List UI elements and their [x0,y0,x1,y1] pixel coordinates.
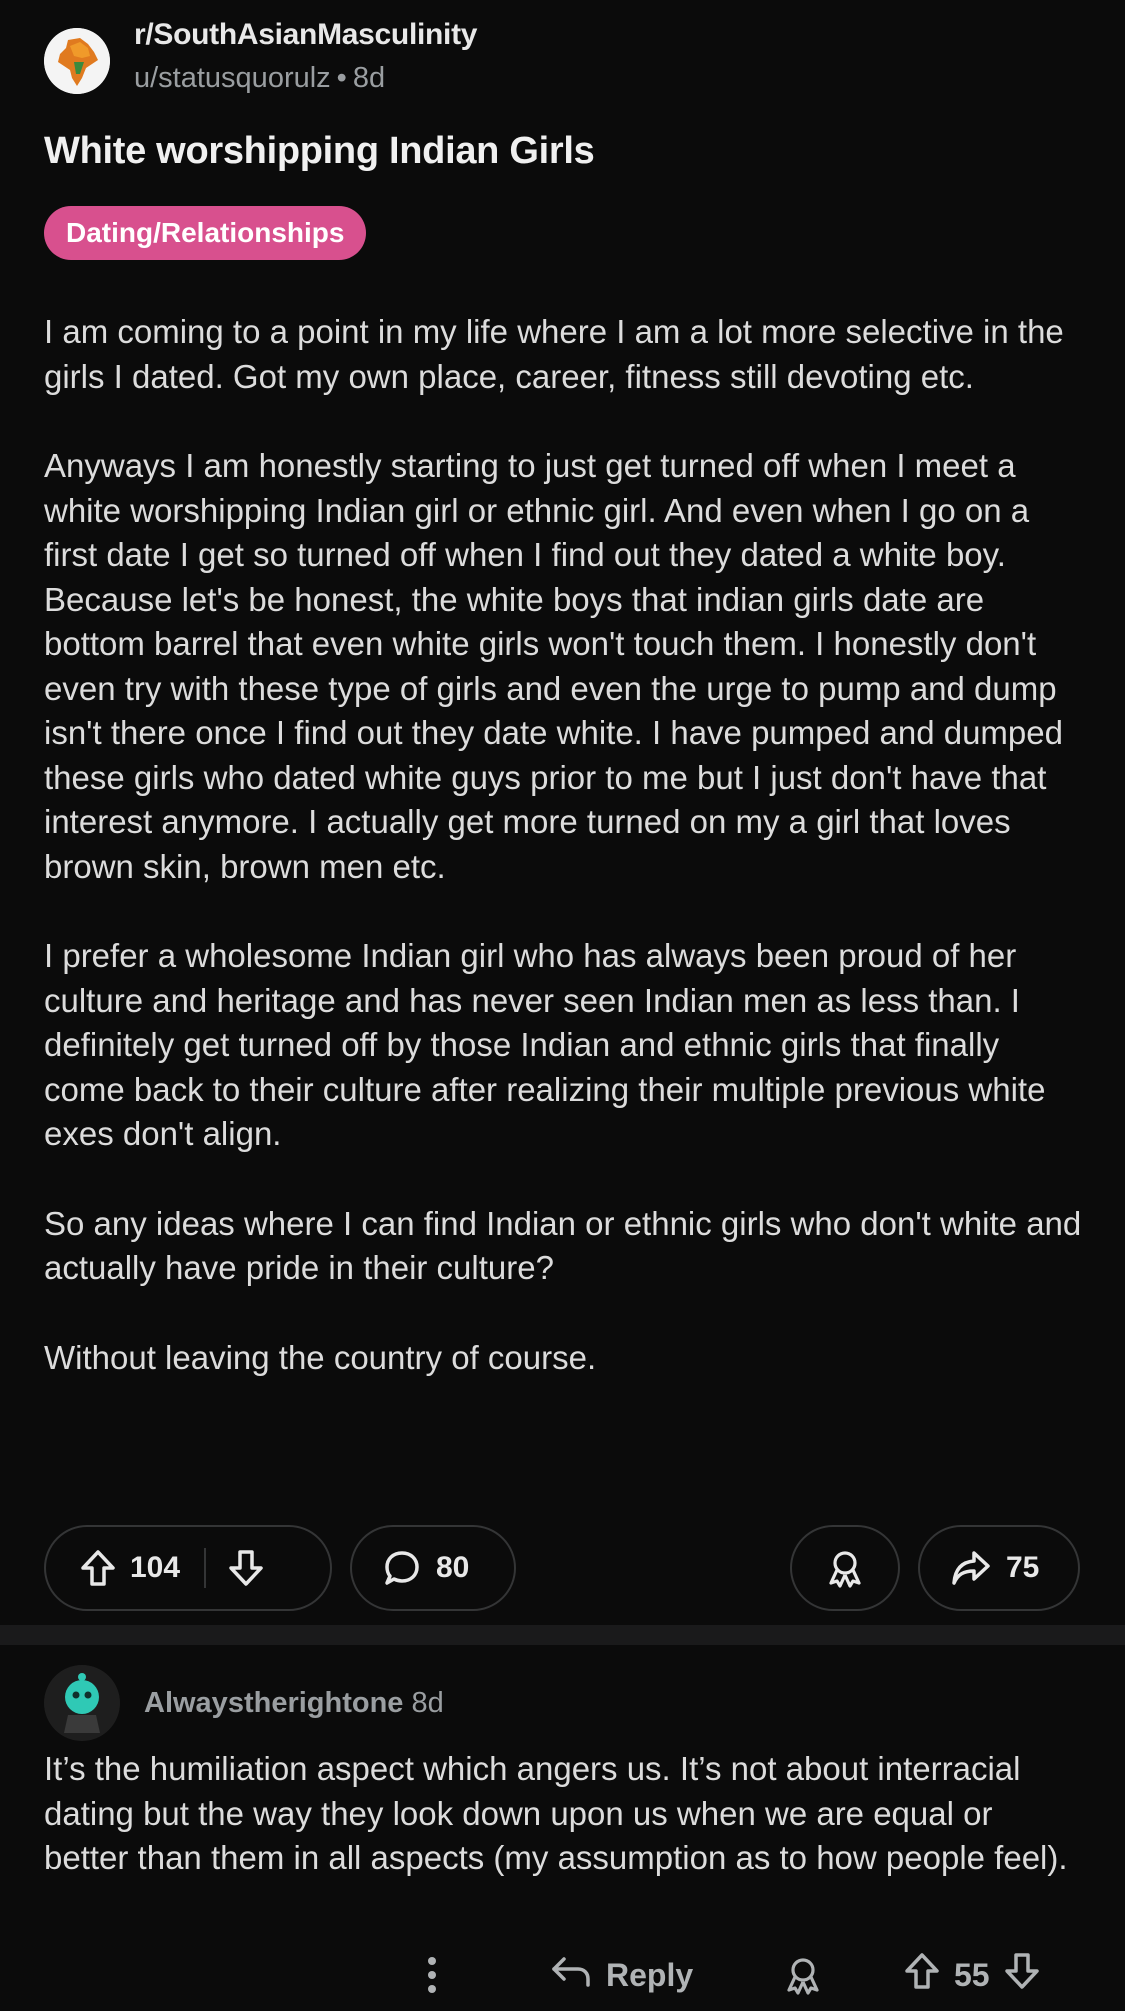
reply-arrow-icon [550,1953,592,1997]
share-arrow-icon [950,1548,992,1588]
comment-vote: 55 [904,1945,1040,2005]
subreddit-name[interactable]: r/SouthAsianMasculinity [134,18,477,52]
post-title[interactable]: White worshipping Indian Girls [44,130,595,173]
comment-count: 80 [436,1551,470,1584]
comment-age: 8d [411,1687,444,1719]
award-icon [824,1547,866,1589]
vote-bar: 104 [44,1525,332,1611]
post-paragraph: So any ideas where I can find Indian or … [44,1204,1082,1287]
post-card: r/SouthAsianMasculinity u/statusquorulz •… [0,0,1125,1625]
arrow-down-icon[interactable] [228,1548,264,1588]
speech-bubble-icon [382,1548,422,1588]
share-count: 75 [1006,1551,1040,1584]
post-meta: u/statusquorulz • 8d [134,62,385,95]
vote-divider [204,1548,207,1588]
post-age: 8d [352,62,386,94]
post-paragraph: Anyways I am honestly starting to just g… [44,447,1063,885]
avatar[interactable] [44,1665,120,1741]
comment-author[interactable]: Alwaystherightone [144,1687,403,1719]
share-button[interactable]: 75 [918,1525,1080,1611]
comment-actions: Reply 55 [0,1945,1125,2005]
post-paragraph: I prefer a wholesome Indian girl who has… [44,937,1046,1152]
subreddit-avatar[interactable] [44,28,110,94]
post-paragraph: Without leaving the country of course. [44,1338,597,1376]
comments-button[interactable]: 80 [350,1525,516,1611]
post-flair[interactable]: Dating/Relationships [44,206,367,260]
upvote-count: 104 [130,1551,181,1584]
arrow-up-icon[interactable] [904,1951,940,1999]
comment-card: Alwaystherightone 8d It’s the humiliation… [0,1645,1125,2011]
reply-label: Reply [606,1956,694,1993]
arrow-down-icon[interactable] [1004,1951,1040,1999]
post-body: I am coming to a point in my life where … [44,310,1084,1425]
section-divider [0,1625,1125,1645]
author-name[interactable]: u/statusquorulz [134,62,331,94]
comment-meta: Alwaystherightone 8d [144,1687,444,1720]
meta-separator: • [336,62,347,94]
arrow-up-icon[interactable] [80,1548,116,1588]
award-icon[interactable] [782,1945,824,2005]
vertical-dots-icon[interactable] [426,1945,438,2005]
reply-button[interactable]: Reply [550,1945,693,2005]
post-paragraph: I am coming to a point in my life where … [44,313,1064,395]
award-button[interactable] [790,1525,900,1611]
comment-upvote-count: 55 [954,1956,990,1993]
comment-text: It’s the humiliation aspect which angers… [44,1750,1068,1876]
